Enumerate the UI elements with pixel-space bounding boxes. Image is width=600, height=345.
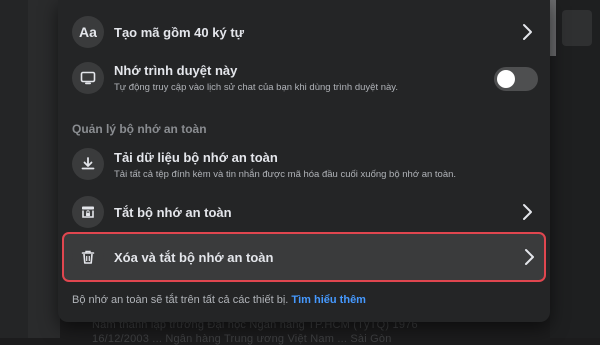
chevron-right-icon (523, 204, 532, 220)
download-secure-storage-subtitle: Tải tất cả tệp đính kèm và tin nhắn được… (114, 169, 457, 180)
chevron-right-icon (523, 24, 532, 40)
remember-browser-subtitle: Tự động truy cập vào lịch sử chat của bạ… (114, 82, 398, 93)
learn-more-link[interactable]: Tìm hiểu thêm (291, 294, 366, 306)
background-chat-text: 16/12/2003 ... Ngân hàng Trung ương Việt… (92, 333, 392, 345)
section-label-secure-storage: Quản lý bộ nhớ an toàn (72, 122, 207, 136)
disable-secure-storage-row[interactable]: Tắt bộ nhớ an toàn (62, 193, 546, 231)
download-icon (72, 148, 104, 180)
trash-icon (72, 241, 104, 273)
chevron-right-icon (525, 249, 534, 265)
disable-secure-storage-title: Tắt bộ nhớ an toàn (114, 205, 232, 220)
download-secure-storage-title: Tải dữ liệu bộ nhớ an toàn (114, 150, 278, 165)
background-sidebar (0, 0, 60, 338)
remember-browser-row: Nhớ trình duyệt này Tự động truy cập vào… (62, 60, 546, 102)
footer-text: Bộ nhớ an toàn sẽ tắt trên tất cả các th… (72, 294, 289, 306)
secure-storage-settings-panel: Aa Tạo mã gồm 40 ký tự Nhớ trình duyệt n… (58, 0, 550, 322)
text-aa-icon: Aa (72, 16, 104, 48)
background-right-edge (550, 0, 600, 338)
monitor-icon (72, 62, 104, 94)
delete-and-disable-secure-storage-row[interactable]: Xóa và tắt bộ nhớ an toàn (62, 232, 546, 282)
toggle-knob (497, 70, 515, 88)
create-40-char-code-row[interactable]: Aa Tạo mã gồm 40 ký tự (62, 12, 546, 52)
footer-note: Bộ nhớ an toàn sẽ tắt trên tất cả các th… (72, 294, 366, 306)
remember-browser-title: Nhớ trình duyệt này (114, 63, 238, 78)
delete-and-disable-title: Xóa và tắt bộ nhớ an toàn (114, 250, 274, 265)
create-40-char-code-title: Tạo mã gồm 40 ký tự (114, 25, 245, 40)
download-secure-storage-row[interactable]: Tải dữ liệu bộ nhớ an toàn Tải tất cả tệ… (62, 146, 546, 188)
remember-browser-toggle[interactable] (494, 67, 538, 91)
storage-off-icon (72, 196, 104, 228)
